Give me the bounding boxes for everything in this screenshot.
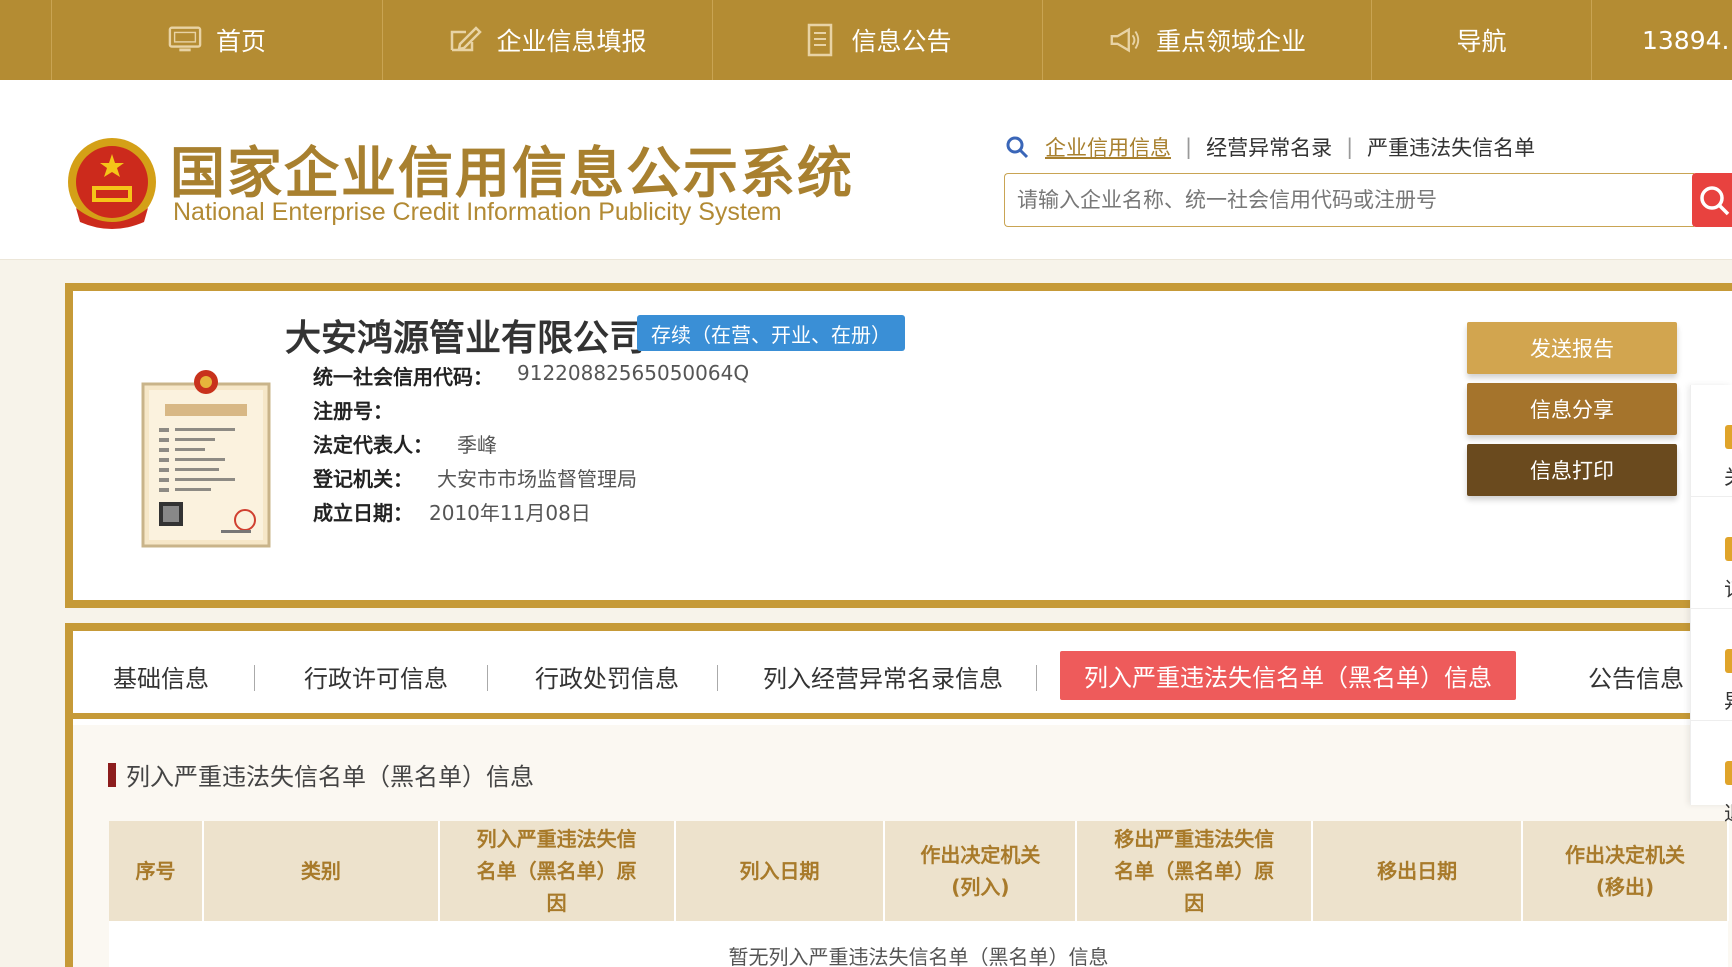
search-icon: [1005, 135, 1029, 159]
nav-key-sectors-label: 重点领域企业: [1155, 27, 1306, 56]
tab-separator: [254, 665, 255, 691]
search-input[interactable]: [1004, 173, 1694, 227]
tab-basic-info[interactable]: 基础信息: [113, 659, 209, 694]
tab-announcements[interactable]: 公告信息: [1588, 659, 1684, 694]
star-icon: [1725, 425, 1732, 449]
col-removal-authority: 作出决定机关(移出): [1522, 821, 1729, 921]
table-header-row: 序号 类别 列入严重违法失信名单（黑名单）原因 列入日期 作出决定机关(列入) …: [109, 821, 1729, 921]
section-title-marker: [108, 762, 116, 787]
float-item-follow-label: 关: [1724, 461, 1732, 490]
search-tab-abnormal-list[interactable]: 经营异常名录: [1192, 132, 1346, 162]
share-button[interactable]: 信息分享: [1467, 383, 1677, 435]
nav-key-sectors[interactable]: 重点领域企业: [1043, 0, 1372, 80]
floating-side-toolbar: 关 订 异 退: [1690, 385, 1732, 825]
nav-enterprise-report-label: 企业信息填报: [496, 27, 647, 56]
blacklist-table: 序号 类别 列入严重违法失信名单（黑名单）原因 列入日期 作出决定机关(列入) …: [109, 821, 1729, 967]
tab-separator: |: [1185, 135, 1193, 159]
info-established-label: 成立日期：: [313, 501, 413, 525]
info-legal-rep-label: 法定代表人：: [313, 433, 433, 457]
site-title-cn: 国家企业信用信息公示系统: [170, 141, 855, 205]
tab-separator: [487, 665, 488, 691]
search-button[interactable]: [1692, 173, 1732, 227]
edit-icon: [448, 25, 483, 55]
nav-home-label: 首页: [215, 27, 266, 56]
tab-separator: |: [1346, 135, 1354, 159]
info-established-value: 2010年11月08日: [429, 501, 591, 525]
tab-separator: [1036, 665, 1037, 691]
empty-table-message: 暂无列入严重违法失信名单（黑名单）信息: [109, 921, 1728, 967]
search-tab-blacklist[interactable]: 严重违法失信名单: [1353, 132, 1549, 162]
info-established: 成立日期： 2010年11月08日: [313, 497, 591, 526]
info-authority-value: 大安市市场监督管理局: [437, 467, 637, 491]
float-item-back[interactable]: 退: [1691, 721, 1732, 833]
print-button[interactable]: 信息打印: [1467, 444, 1677, 496]
tab-admin-license[interactable]: 行政许可信息: [304, 659, 448, 694]
table-row: 暂无列入严重违法失信名单（黑名单）信息: [109, 921, 1728, 967]
site-title-en: National Enterprise Credit Information P…: [173, 198, 782, 226]
info-credit-code: 统一社会信用代码： 91220882565050064Q: [313, 361, 749, 390]
col-listing-authority: 作出决定机关(列入): [884, 821, 1078, 921]
info-authority-label: 登记机关：: [313, 467, 413, 491]
info-reg-number: 注册号：: [313, 395, 417, 424]
user-phone: 13894...: [1642, 25, 1732, 55]
section-title-text: 列入严重违法失信名单（黑名单）信息: [126, 763, 534, 791]
col-removal-reason: 移出严重违法失信名单（黑名单）原因: [1076, 821, 1314, 921]
float-item-subscribe-label: 订: [1724, 573, 1732, 602]
business-license-image[interactable]: [141, 366, 271, 548]
tab-separator: [717, 665, 718, 691]
nav-home[interactable]: 首页: [52, 0, 383, 80]
col-listing-reason: 列入严重违法失信名单（黑名单）原因: [438, 821, 676, 921]
status-badge: 存续（在营、开业、在册）: [637, 315, 905, 351]
col-category: 类别: [202, 821, 440, 921]
info-tabs-bar: 基础信息 行政许可信息 行政处罚信息 列入经营异常名录信息 列入严重违法失信名单…: [73, 631, 1732, 719]
float-item-subscribe[interactable]: 订: [1691, 497, 1732, 609]
search-button-icon: [1700, 186, 1730, 216]
send-report-button[interactable]: 发送报告: [1467, 322, 1677, 374]
nav-navigation[interactable]: 导航: [1372, 0, 1592, 80]
col-listing-date: 列入日期: [674, 821, 886, 921]
blacklist-panel: 列入严重违法失信名单（黑名单）信息 序号 类别 列入严重违法失信名单（黑名单）原…: [73, 725, 1732, 967]
info-legal-rep: 法定代表人： 季峰: [313, 429, 497, 458]
search-type-tabs: 企业信用信息 | 经营异常名录 | 严重违法失信名单: [1005, 132, 1549, 162]
float-item-follow[interactable]: 关: [1691, 385, 1732, 497]
col-removal-date: 移出日期: [1312, 821, 1524, 921]
info-authority: 登记机关： 大安市市场监督管理局: [313, 463, 637, 492]
nav-navigation-label: 导航: [1456, 27, 1507, 56]
site-header: 国家企业信用信息公示系统 National Enterprise Credit …: [0, 80, 1732, 260]
info-credit-code-value: 91220882565050064Q: [517, 361, 750, 385]
back-icon: [1725, 761, 1732, 785]
info-tabs-section: 基础信息 行政许可信息 行政处罚信息 列入经营异常名录信息 列入严重违法失信名单…: [65, 623, 1732, 967]
top-navigation: 首页 企业信息填报 信息公告 重点领域企业 导航 13894...: [0, 0, 1732, 80]
monitor-icon: [168, 25, 202, 55]
tab-blacklist[interactable]: 列入严重违法失信名单（黑名单）信息: [1060, 651, 1516, 700]
section-title: 列入严重违法失信名单（黑名单）信息: [108, 757, 534, 792]
nav-announcements[interactable]: 信息公告: [713, 0, 1043, 80]
info-legal-rep-value: 季峰: [457, 433, 497, 457]
nav-announcements-label: 信息公告: [851, 27, 952, 56]
user-menu[interactable]: 13894...: [1592, 0, 1732, 80]
info-reg-number-label: 注册号：: [313, 399, 393, 423]
nav-spacer: [0, 0, 52, 80]
megaphone-icon: [1108, 25, 1142, 55]
col-index: 序号: [109, 821, 204, 921]
float-item-objection[interactable]: 异: [1691, 609, 1732, 721]
company-card: 大安鸿源管业有限公司 存续（在营、开业、在册） 统一社会信用代码： 912208…: [65, 283, 1732, 608]
national-emblem-logo: [66, 136, 158, 232]
nav-enterprise-report[interactable]: 企业信息填报: [383, 0, 713, 80]
tab-abnormal-list[interactable]: 列入经营异常名录信息: [763, 659, 1003, 694]
company-name: 大安鸿源管业有限公司: [285, 318, 646, 359]
search-tab-credit-info[interactable]: 企业信用信息: [1045, 132, 1185, 162]
tab-admin-penalty[interactable]: 行政处罚信息: [535, 659, 679, 694]
bookmark-icon: [1725, 537, 1732, 561]
document-icon: [803, 23, 837, 57]
float-item-objection-label: 异: [1724, 685, 1732, 714]
feedback-icon: [1725, 649, 1732, 673]
info-credit-code-label: 统一社会信用代码：: [313, 365, 493, 389]
float-item-back-label: 退: [1724, 797, 1732, 826]
